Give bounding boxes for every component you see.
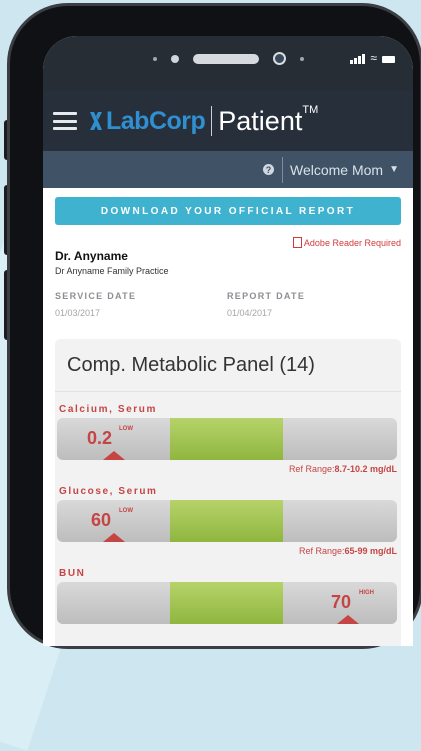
panel-title[interactable]: Comp. Metabolic Panel (14) xyxy=(55,339,401,392)
trademark: TM xyxy=(302,103,319,116)
divider xyxy=(211,106,213,136)
result-flag: LOW xyxy=(119,426,133,432)
test-result[interactable]: Glucose, Serum 60 LOW Ref Range:65-99 mg… xyxy=(55,474,401,556)
result-flag: HIGH xyxy=(359,590,374,596)
user-bar: ? Welcome Mom ▼ xyxy=(43,151,413,188)
test-result[interactable]: BUN 70 HIGH xyxy=(55,556,401,638)
test-name: Calcium, Serum xyxy=(59,404,157,415)
adobe-label: Adobe Reader Required xyxy=(303,237,401,248)
front-lens-icon xyxy=(272,52,286,65)
menu-icon[interactable] xyxy=(53,112,77,130)
user-name: Mom xyxy=(351,161,384,178)
service-date: 01/03/2017 xyxy=(55,308,101,318)
practice-name: Dr Anyname Family Practice xyxy=(55,266,169,276)
normal-range xyxy=(170,418,283,460)
status-bar: ≈ xyxy=(43,36,413,91)
help-icon[interactable]: ? xyxy=(262,164,274,175)
reference-range: Ref Range:8.7-10.2 mg/dL xyxy=(288,464,397,474)
report-dates: SERVICE DATE 01/03/2017 REPORT DATE 01/0… xyxy=(55,291,401,318)
test-result[interactable]: Calcium, Serum 0.2 LOW Ref Range:8.7-10.… xyxy=(55,392,401,474)
adobe-reader-link[interactable]: Adobe Reader Required xyxy=(55,237,401,248)
report-date: 01/04/2017 xyxy=(227,308,273,318)
app-name: PatientTM xyxy=(218,103,319,136)
test-name: Glucose, Serum xyxy=(59,486,158,497)
sensor-dot-icon xyxy=(152,56,157,61)
brand-name: LabCorp xyxy=(106,106,206,135)
signal-icon xyxy=(350,54,366,64)
labcorp-logo[interactable]: LabCorp xyxy=(89,106,206,136)
normal-range xyxy=(170,500,283,542)
doctor-name: Dr. Anyname xyxy=(55,249,128,263)
divider xyxy=(281,156,283,183)
result-value: 70 xyxy=(331,592,352,612)
labcorp-mark-icon xyxy=(90,112,102,130)
metabolic-panel: Comp. Metabolic Panel (14) Calcium, Seru… xyxy=(55,339,401,646)
welcome-text: Welcome xyxy=(289,161,349,178)
range-bar: 0.2 LOW xyxy=(57,418,397,460)
battery-icon xyxy=(382,56,395,63)
speaker-icon xyxy=(192,53,259,64)
app-bar: LabCorp PatientTM xyxy=(43,91,413,151)
result-value: 60 xyxy=(91,510,112,530)
reference-range: Ref Range:65-99 mg/dL xyxy=(298,546,397,556)
main-content: DOWNLOAD YOUR OFFICIAL REPORT Adobe Read… xyxy=(43,197,413,646)
result-value: 0.2 xyxy=(87,428,113,448)
phone-screen: ≈ LabCorp PatientTM ? Welcome Mom ▼ DOWN… xyxy=(43,36,413,646)
user-menu[interactable]: Welcome Mom ▼ xyxy=(290,162,399,178)
status-icons: ≈ xyxy=(350,52,395,64)
normal-range xyxy=(170,582,283,624)
range-bar: 70 HIGH xyxy=(57,582,397,624)
sensor-dot-icon xyxy=(299,56,304,61)
report-date-label: REPORT DATE xyxy=(227,291,306,301)
marker-icon xyxy=(103,533,125,542)
marker-icon xyxy=(103,451,125,460)
service-date-label: SERVICE DATE xyxy=(55,291,137,301)
caret-down-icon: ▼ xyxy=(389,164,399,175)
marker-icon xyxy=(337,615,359,624)
pdf-icon xyxy=(292,237,302,248)
camera-icon xyxy=(170,54,179,63)
range-bar: 60 LOW xyxy=(57,500,397,542)
download-report-button[interactable]: DOWNLOAD YOUR OFFICIAL REPORT xyxy=(55,197,401,225)
result-flag: LOW xyxy=(119,508,133,514)
wifi-icon: ≈ xyxy=(370,51,377,65)
test-name: BUN xyxy=(59,568,86,579)
phone-frame: ≈ LabCorp PatientTM ? Welcome Mom ▼ DOWN… xyxy=(10,6,420,646)
